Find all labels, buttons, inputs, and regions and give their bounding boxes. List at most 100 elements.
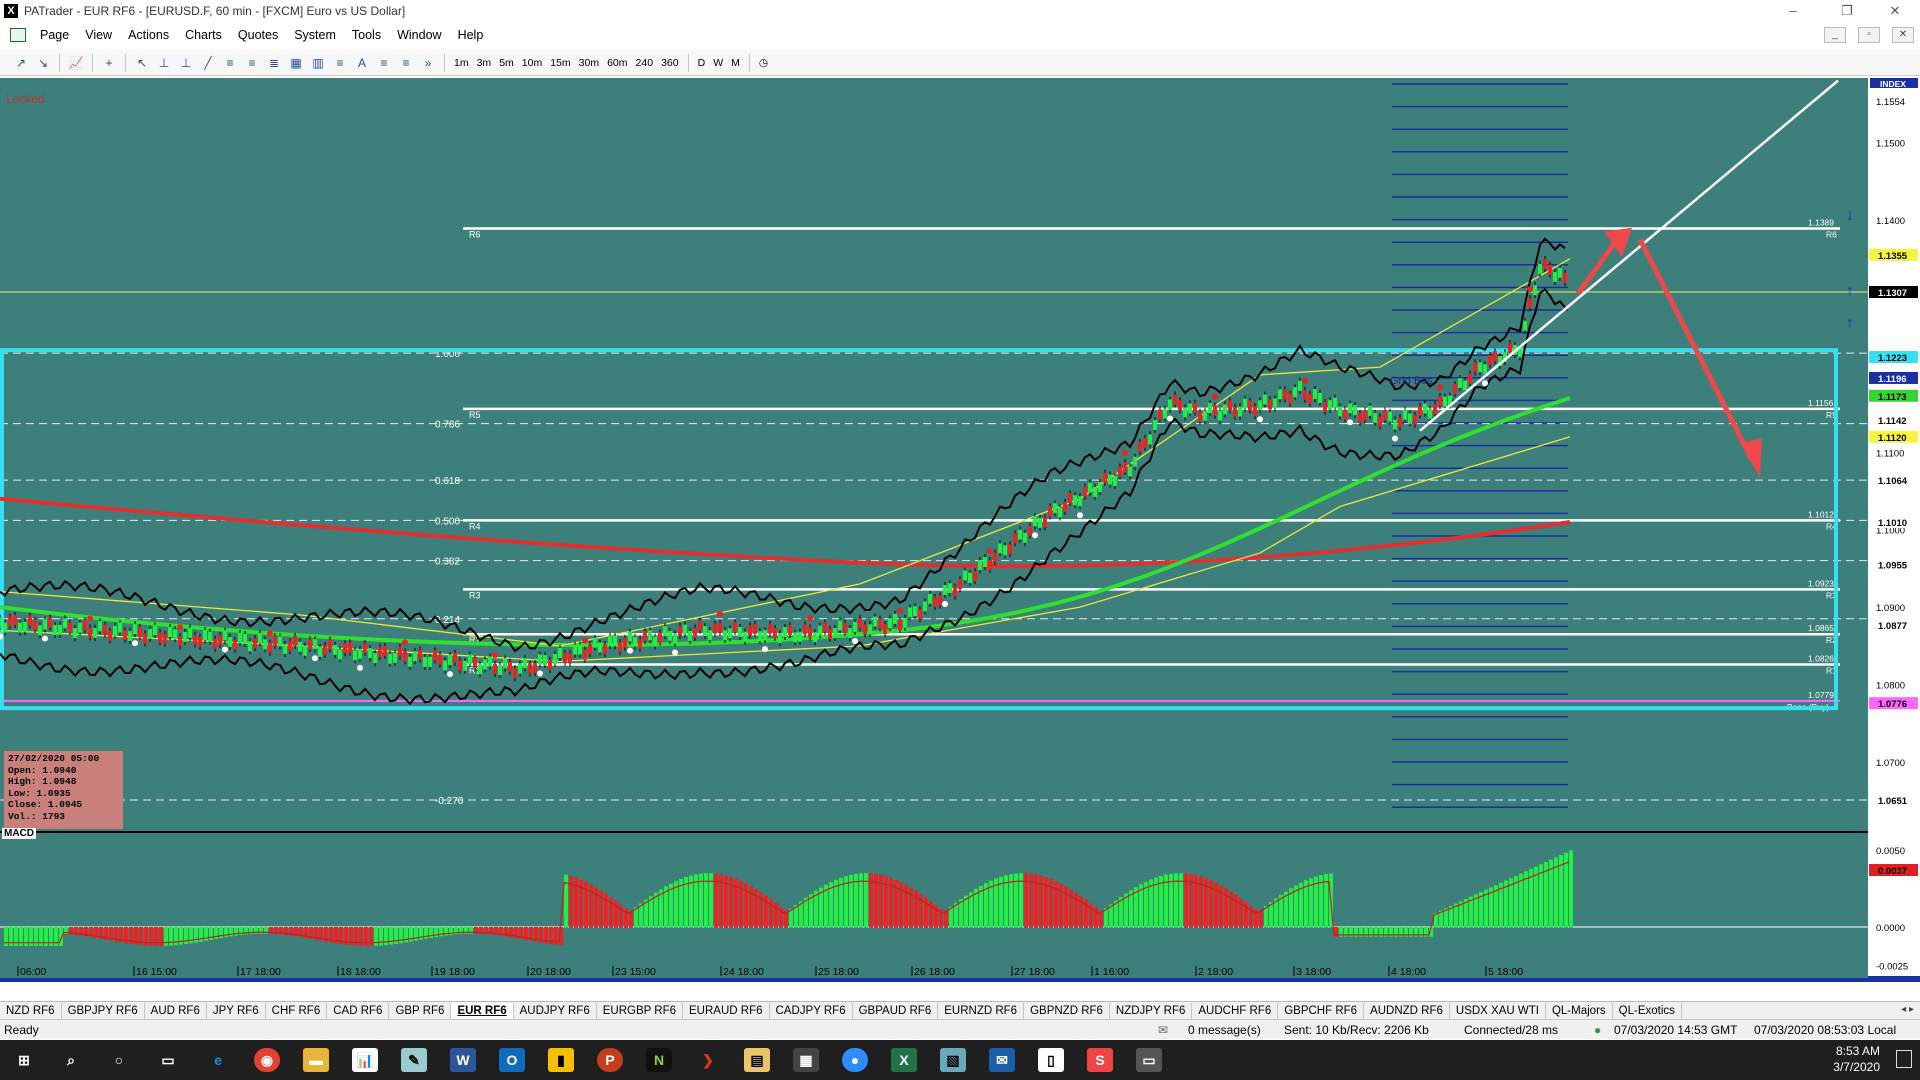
buy-arrow-icon[interactable]: ↗ (11, 54, 31, 72)
period-weekly[interactable]: W (709, 57, 727, 69)
timeframe-240[interactable]: 240 (632, 57, 658, 69)
menu-system[interactable]: System (286, 28, 344, 42)
more-tools-icon[interactable]: » (418, 54, 438, 72)
symbol-tab[interactable]: EUR RF6 (451, 1002, 514, 1019)
task-view-icon[interactable]: ▭ (155, 1048, 181, 1072)
horizontal-line-icon[interactable]: ⊥ (154, 54, 174, 72)
vertical-line-icon[interactable]: ⊥ (176, 54, 196, 72)
sticky-notes-icon[interactable]: ▮ (548, 1048, 574, 1072)
symbol-tab[interactable]: GBP RF6 (389, 1002, 452, 1019)
child-close-button[interactable]: ✕ (1892, 27, 1914, 43)
status-messages[interactable]: 0 message(s) (1188, 1023, 1261, 1037)
grid-tool-icon[interactable]: ≡ (374, 54, 394, 72)
symbol-tab[interactable]: NZDJPY RF6 (1110, 1002, 1193, 1019)
close-button[interactable]: ✕ (1872, 0, 1918, 22)
window-app-icon[interactable]: ▭ (1136, 1048, 1162, 1072)
child-restore-button[interactable]: ▫ (1858, 27, 1880, 43)
tab-scroll-arrows-icon[interactable]: ◂ ▸ (1901, 1004, 1914, 1015)
patrader-icon[interactable]: 📊 (352, 1048, 378, 1072)
fib-retracement-icon[interactable]: ≡ (242, 54, 262, 72)
symbol-tab[interactable]: GBPJPY RF6 (62, 1002, 145, 1019)
menu-tools[interactable]: Tools (344, 28, 389, 42)
document-icon[interactable]: ▯ (1038, 1048, 1064, 1072)
period-daily[interactable]: D (694, 57, 710, 69)
menu-quotes[interactable]: Quotes (230, 28, 286, 42)
pointer-icon[interactable]: ↖ (132, 54, 152, 72)
start-icon[interactable]: ⊞ (11, 1048, 37, 1072)
powerpoint-icon[interactable]: P (597, 1048, 623, 1072)
chart-icon[interactable]: 📈 (66, 54, 86, 72)
pivot-tool-icon[interactable]: ≡ (396, 54, 416, 72)
folder-app-icon[interactable]: ▤ (744, 1048, 770, 1072)
symbol-tab[interactable]: AUDNZD RF6 (1364, 1002, 1450, 1019)
menu-window[interactable]: Window (389, 28, 449, 42)
menu-charts[interactable]: Charts (177, 28, 230, 42)
notification-icon[interactable] (1896, 1050, 1912, 1068)
timeframe-1m[interactable]: 1m (450, 57, 473, 69)
timeframe-30m[interactable]: 30m (575, 57, 603, 69)
sell-arrow-icon[interactable]: ↘ (33, 54, 53, 72)
symbol-tab[interactable]: EURGBP RF6 (597, 1002, 684, 1019)
price-chart[interactable]: 1.000 0.786 0.618 0.500 0.382 0.214 -0.270 1.13… (0, 78, 1920, 982)
file-explorer-icon[interactable]: ▬ (303, 1048, 329, 1072)
search-icon[interactable]: ⌕ (58, 1048, 84, 1072)
cortana-icon[interactable]: ○ (106, 1048, 132, 1072)
clock-icon[interactable]: ◷ (755, 57, 772, 69)
trendline-icon[interactable]: ╱ (198, 54, 218, 72)
timeframe-60m[interactable]: 60m (603, 57, 631, 69)
envelope-icon[interactable]: ✉ (1158, 1023, 1168, 1037)
symbol-tab[interactable]: GBPAUD RF6 (853, 1002, 939, 1019)
bird-icon[interactable]: ❯ (695, 1048, 721, 1072)
ninja-icon[interactable]: N (646, 1048, 672, 1072)
restore-button[interactable]: ❐ (1824, 0, 1870, 22)
excel-icon[interactable]: X (891, 1048, 917, 1072)
gann-icon[interactable]: ▦ (286, 54, 306, 72)
photos-icon[interactable]: ▧ (940, 1048, 966, 1072)
symbol-tab[interactable]: AUDCHF RF6 (1192, 1002, 1279, 1019)
word-icon[interactable]: W (450, 1048, 476, 1072)
chart-menu-icon[interactable] (10, 28, 26, 42)
symbol-tab[interactable]: CHF RF6 (266, 1002, 328, 1019)
timeframe-10m[interactable]: 10m (518, 57, 546, 69)
minimize-button[interactable]: – (1770, 0, 1816, 22)
symbol-tab[interactable]: AUDJPY RF6 (514, 1002, 597, 1019)
menu-page[interactable]: Page (32, 28, 77, 42)
child-minimize-button[interactable]: _ (1824, 27, 1846, 43)
timeframe-3m[interactable]: 3m (473, 57, 496, 69)
timeframe-15m[interactable]: 15m (546, 57, 574, 69)
fib-extension-icon[interactable]: ≣ (264, 54, 284, 72)
symbol-tab[interactable]: GBPCHF RF6 (1278, 1002, 1365, 1019)
period-monthly[interactable]: M (727, 57, 744, 69)
channel-icon[interactable]: ≡ (330, 54, 350, 72)
zoom-icon[interactable]: ● (842, 1048, 868, 1072)
fib-fan-icon[interactable]: ≡ (220, 54, 240, 72)
symbol-tab[interactable]: CAD RF6 (327, 1002, 390, 1019)
symbol-tab[interactable]: QL-Exotics (1613, 1002, 1682, 1019)
timeframe-5m[interactable]: 5m (495, 57, 518, 69)
edge-icon[interactable]: e (205, 1048, 231, 1072)
trendline[interactable] (1419, 79, 1839, 432)
system-clock[interactable]: 8:53 AM 3/7/2020 (1833, 1043, 1880, 1075)
mail-icon[interactable]: ✉ (989, 1048, 1015, 1072)
symbol-tab[interactable]: EURAUD RF6 (683, 1002, 770, 1019)
symbol-tab[interactable]: USDX XAU WTI (1450, 1002, 1546, 1019)
s-app-icon[interactable]: S (1087, 1048, 1113, 1072)
crosshair-icon[interactable]: + (99, 54, 119, 72)
outlook-icon[interactable]: O (499, 1048, 525, 1072)
symbol-tab[interactable]: QL-Majors (1546, 1002, 1613, 1019)
chart-canvas[interactable]: 1.0000.7860.6180.5000.3820.214-0.2701.13… (0, 78, 1920, 982)
notes-icon[interactable]: ✎ (401, 1048, 427, 1072)
symbol-tab[interactable]: CADJPY RF6 (770, 1002, 853, 1019)
text-tool-icon[interactable]: A (352, 54, 372, 72)
calculator-icon[interactable]: ▦ (793, 1048, 819, 1072)
menu-view[interactable]: View (77, 28, 120, 42)
symbol-tab[interactable]: NZD RF6 (0, 1002, 62, 1019)
chrome-icon[interactable]: ◉ (254, 1048, 280, 1072)
menu-help[interactable]: Help (450, 28, 492, 42)
symbol-tab[interactable]: GBPNZD RF6 (1024, 1002, 1110, 1019)
symbol-tab[interactable]: EURNZD RF6 (938, 1002, 1025, 1019)
timeframe-360[interactable]: 360 (657, 57, 683, 69)
symbol-tab[interactable]: AUD RF6 (145, 1002, 207, 1019)
cycle-lines-icon[interactable]: ▥ (308, 54, 328, 72)
symbol-tab[interactable]: JPY RF6 (207, 1002, 266, 1019)
